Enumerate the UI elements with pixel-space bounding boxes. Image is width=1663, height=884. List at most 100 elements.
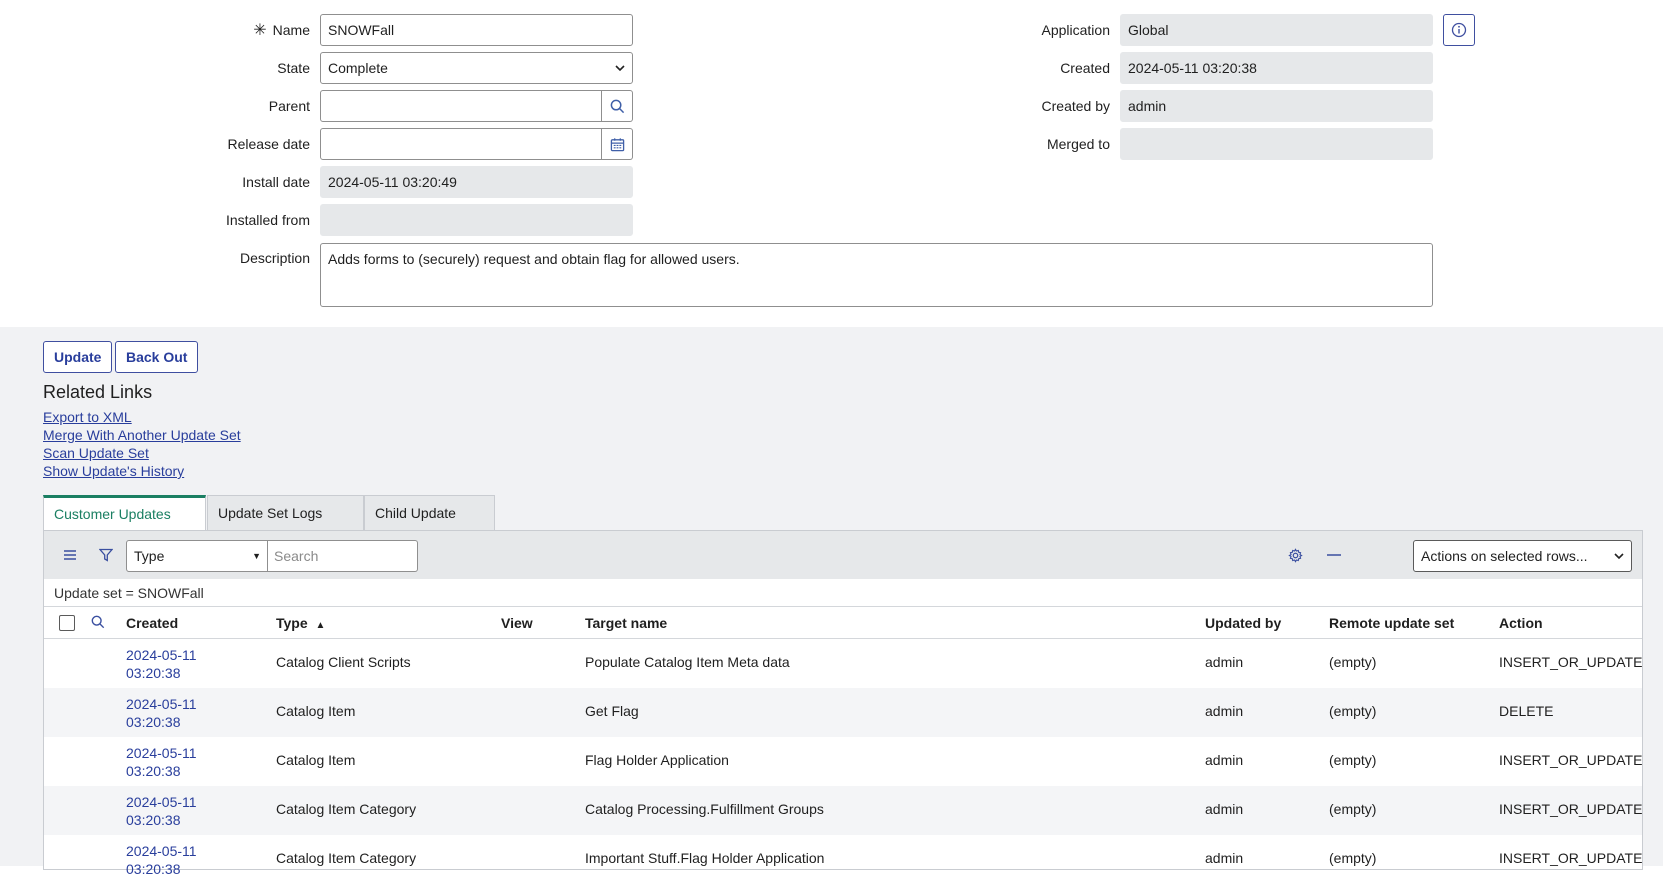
remote-update-set-cell: (empty)	[1329, 850, 1377, 866]
type-cell: Catalog Client Scripts	[276, 654, 411, 670]
gear-icon[interactable]	[1285, 545, 1305, 565]
list-toolbar: Type ▼ Search Actions on selected rows..…	[44, 531, 1642, 579]
list-breadcrumb[interactable]: Update set = SNOWFall	[54, 585, 204, 601]
search-field-select[interactable]: Type ▼	[126, 540, 268, 572]
table-row: 2024-05-11 03:20:38 Catalog Item Category…	[44, 786, 1642, 835]
updated-by-cell: admin	[1205, 703, 1244, 719]
remote-update-set-cell: (empty)	[1329, 801, 1377, 817]
application-label: Application	[1041, 22, 1111, 38]
scan-update-set-link[interactable]: Scan Update Set	[43, 445, 149, 461]
column-action[interactable]: Action	[1499, 615, 1543, 631]
required-asterisk-icon: ✳	[253, 22, 267, 39]
target-name-cell: Important Stuff.Flag Holder Application	[585, 850, 825, 866]
created-by-label: Created by	[1041, 98, 1110, 114]
back-out-button[interactable]: Back Out	[115, 341, 199, 373]
list-search-input[interactable]: Search	[268, 540, 418, 572]
merged-to-field	[1120, 128, 1433, 160]
column-type[interactable]: Type ▲	[276, 615, 325, 631]
created-field: 2024-05-11 03:20:38	[1120, 52, 1433, 84]
table-row: 2024-05-11 03:20:38 Catalog Item Category…	[44, 835, 1642, 884]
updated-by-cell: admin	[1205, 752, 1244, 768]
created-date: 2024-05-11	[126, 696, 197, 712]
remote-update-set-cell: (empty)	[1329, 654, 1377, 670]
type-cell: Catalog Item Category	[276, 850, 417, 866]
created-link[interactable]: 2024-05-11 03:20:38	[126, 793, 197, 829]
install-date-field: 2024-05-11 03:20:49	[320, 166, 633, 198]
collapse-icon[interactable]	[1324, 545, 1344, 565]
created-label: Created	[1060, 60, 1110, 76]
chevron-down-icon	[1614, 541, 1624, 581]
state-select[interactable]: Complete	[320, 52, 633, 84]
action-cell: DELETE	[1499, 703, 1554, 719]
description-label: Description	[239, 250, 310, 266]
updated-by-cell: admin	[1205, 801, 1244, 817]
target-name-cell: Populate Catalog Item Meta data	[585, 654, 790, 670]
info-icon	[1451, 22, 1467, 38]
action-cell: INSERT_OR_UPDATE	[1499, 801, 1643, 817]
target-name-cell: Flag Holder Application	[585, 752, 729, 768]
update-button[interactable]: Update	[43, 341, 113, 373]
actions-on-selected-rows-select[interactable]: Actions on selected rows...	[1413, 540, 1632, 572]
created-date: 2024-05-11	[126, 745, 197, 761]
description-textarea[interactable]: Adds forms to (securely) request and obt…	[320, 243, 1433, 307]
parent-label: Parent	[268, 98, 310, 114]
search-columns-icon[interactable]	[91, 615, 105, 632]
application-info-button[interactable]	[1443, 14, 1475, 46]
name-label: ✳ Name	[253, 20, 310, 41]
tab-customer-updates[interactable]: Customer Updates (98)	[43, 495, 206, 554]
created-time: 03:20:38	[126, 714, 181, 730]
created-time: 03:20:38	[126, 812, 181, 828]
column-target-name[interactable]: Target name	[585, 615, 667, 631]
state-label: State	[277, 60, 310, 76]
column-remote-update-set[interactable]: Remote update set	[1329, 615, 1454, 631]
column-view[interactable]: View	[501, 615, 533, 631]
created-link[interactable]: 2024-05-11 03:20:38	[126, 695, 197, 731]
created-link[interactable]: 2024-05-11 03:20:38	[126, 842, 197, 878]
created-link[interactable]: 2024-05-11 03:20:38	[126, 646, 197, 682]
remote-update-set-cell: (empty)	[1329, 752, 1377, 768]
caret-down-icon: ▼	[252, 551, 261, 561]
installed-from-field	[320, 204, 633, 236]
column-created[interactable]: Created	[126, 615, 178, 631]
chevron-down-icon	[615, 53, 625, 83]
name-field[interactable]: SNOWFall	[320, 14, 633, 46]
release-date-label: Release date	[227, 136, 310, 152]
export-to-xml-link[interactable]: Export to XML	[43, 409, 132, 425]
customer-updates-list: Type ▼ Search Actions on selected rows..…	[43, 530, 1643, 877]
created-link[interactable]: 2024-05-11 03:20:38	[126, 744, 197, 780]
actions-select-value: Actions on selected rows...	[1421, 548, 1588, 564]
created-by-field: admin	[1120, 90, 1433, 122]
created-time: 03:20:38	[126, 763, 181, 779]
application-field: Global	[1120, 14, 1433, 46]
parent-lookup-button[interactable]	[602, 90, 633, 122]
remote-update-set-cell: (empty)	[1329, 703, 1377, 719]
action-cell: INSERT_OR_UPDATE	[1499, 752, 1643, 768]
tab-update-set-logs[interactable]: Update Set Logs (103)	[207, 495, 364, 555]
parent-field[interactable]	[320, 90, 602, 122]
list-menu-icon[interactable]	[60, 545, 80, 565]
column-updated-by[interactable]: Updated by	[1205, 615, 1281, 631]
search-field-value: Type	[134, 548, 165, 564]
created-time: 03:20:38	[126, 861, 181, 877]
merged-to-label: Merged to	[1046, 136, 1110, 152]
release-date-field[interactable]	[320, 128, 602, 160]
type-cell: Catalog Item	[276, 703, 356, 719]
sort-ascending-icon: ▲	[315, 620, 326, 631]
related-section: Update Back Out Related Links Export to …	[0, 327, 1663, 877]
column-type-label: Type	[276, 615, 308, 631]
created-time: 03:20:38	[126, 665, 181, 681]
created-date: 2024-05-11	[126, 794, 197, 810]
calendar-icon	[610, 137, 624, 151]
tab-child-update-sets[interactable]: Child Update Sets	[364, 495, 495, 555]
select-all-checkbox[interactable]	[59, 615, 75, 631]
list-header: Created Type ▲ View Target name Updated …	[44, 606, 1642, 639]
release-date-picker-button[interactable]	[602, 128, 633, 160]
show-history-link[interactable]: Show Update's History	[43, 463, 184, 479]
target-name-cell: Get Flag	[585, 703, 639, 719]
install-date-label: Install date	[242, 174, 310, 190]
search-icon	[610, 99, 624, 113]
merge-update-set-link[interactable]: Merge With Another Update Set	[43, 427, 241, 443]
created-date: 2024-05-11	[126, 647, 197, 663]
table-row: 2024-05-11 03:20:38 Catalog Item Get Flag…	[44, 688, 1642, 737]
filter-icon[interactable]	[96, 545, 116, 565]
